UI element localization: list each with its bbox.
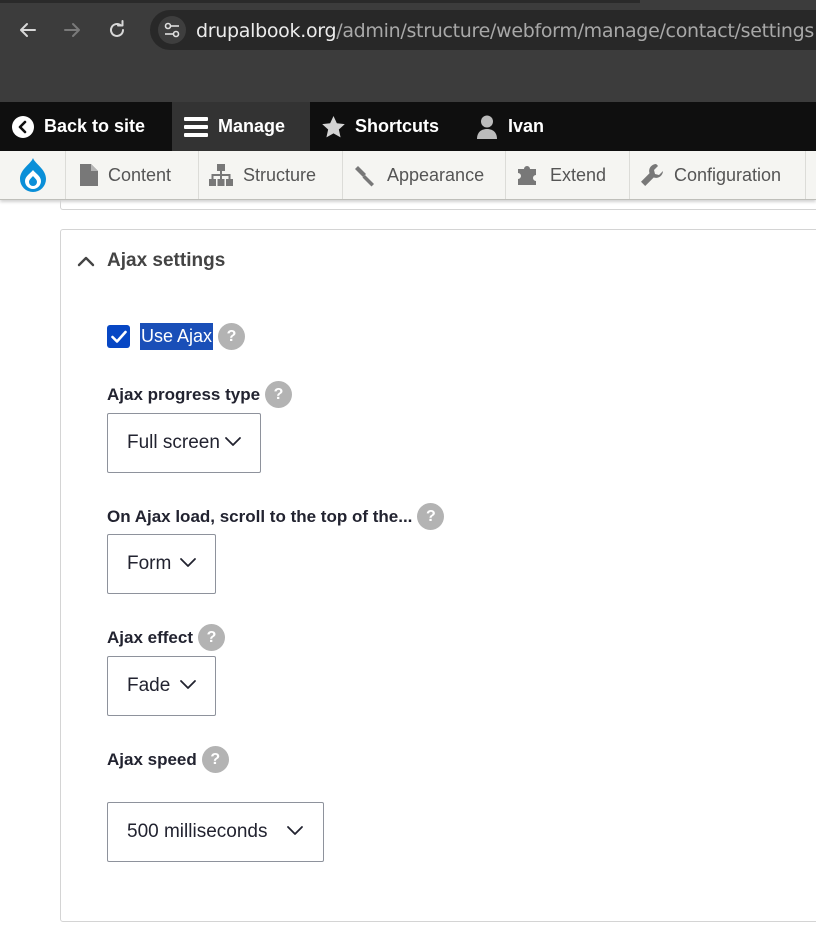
progress-type-value: Full screen xyxy=(127,432,220,453)
reload-button[interactable] xyxy=(103,16,131,44)
forward-button[interactable] xyxy=(58,16,86,44)
tray-item-appearance[interactable]: Appearance xyxy=(343,151,506,199)
tray-item-label: Configuration xyxy=(674,164,782,185)
tray-item-label: Extend xyxy=(550,164,607,185)
shortcuts-label: Shortcuts xyxy=(355,116,440,136)
user-tab[interactable]: Ivan xyxy=(476,102,544,151)
progress-type-select[interactable]: Full screen xyxy=(107,413,261,473)
drupal-drop-icon xyxy=(19,158,46,192)
back-circle-icon xyxy=(12,115,34,138)
effect-select[interactable]: Fade xyxy=(107,656,216,716)
back-button[interactable] xyxy=(14,16,42,44)
scroll-value: Form xyxy=(127,553,172,574)
scroll-select[interactable]: Form xyxy=(107,534,216,594)
reload-icon xyxy=(110,20,124,37)
progress-type-label-row: Ajax progress type ? xyxy=(107,381,293,408)
wrench-icon xyxy=(641,164,663,186)
effect-field: Ajax effect ? xyxy=(107,624,225,651)
use-ajax-checkbox[interactable] xyxy=(107,325,130,348)
address-bar[interactable]: drupalbook.org/admin/structure/webform/m… xyxy=(150,10,816,50)
url-host: drupalbook.org xyxy=(196,20,337,42)
tray-item-label: Content xyxy=(108,164,172,185)
star-icon xyxy=(322,115,345,137)
back-to-site-link[interactable]: Back to site xyxy=(12,102,145,151)
scroll-field: On Ajax load, scroll to the top of the..… xyxy=(107,503,445,530)
use-ajax-row: Use Ajax ? xyxy=(107,323,246,350)
chevron-down-icon xyxy=(287,826,303,835)
admin-toolbar: Back to site Manage Shortcuts Ivan xyxy=(0,102,816,151)
help-icon[interactable]: ? xyxy=(197,624,225,651)
document-icon xyxy=(80,164,98,186)
ajax-settings-summary[interactable]: Ajax settings xyxy=(77,250,225,272)
toolbar-tray: Content Structure Appearance Extend Conf… xyxy=(0,151,816,200)
previous-fieldset-edge xyxy=(60,200,816,210)
speed-label-row: Ajax speed ? xyxy=(107,746,229,773)
help-icon[interactable]: ? xyxy=(201,746,229,773)
progress-type-field: Ajax progress type ? xyxy=(107,381,293,408)
effect-label: Ajax effect xyxy=(107,627,193,647)
scroll-label-row: On Ajax load, scroll to the top of the..… xyxy=(107,503,445,530)
back-to-site-label: Back to site xyxy=(44,116,146,136)
browser-chrome: drupalbook.org/admin/structure/webform/m… xyxy=(0,0,816,102)
chevron-up-icon xyxy=(77,256,95,267)
speed-label: Ajax speed xyxy=(107,749,197,769)
effect-value: Fade xyxy=(127,675,171,696)
use-ajax-field: Use Ajax ? xyxy=(107,323,246,350)
tray-item-label: Appearance xyxy=(387,164,485,185)
speed-select[interactable]: 500 milliseconds xyxy=(107,802,324,862)
tab-strip-edge xyxy=(0,0,640,3)
puzzle-icon xyxy=(518,166,536,185)
paint-brush-icon xyxy=(355,166,374,187)
user-icon xyxy=(477,115,497,139)
url-text[interactable]: drupalbook.org/admin/structure/webform/m… xyxy=(196,20,814,42)
scroll-label: On Ajax load, scroll to the top of the..… xyxy=(107,506,413,526)
effect-label-row: Ajax effect ? xyxy=(107,624,225,651)
manage-label: Manage xyxy=(218,116,286,136)
speed-field: Ajax speed ? xyxy=(107,746,229,773)
ajax-settings-details: Ajax settings Use Ajax ? Ajax progress t… xyxy=(60,229,816,922)
chevron-down-icon xyxy=(180,558,196,567)
url-path: /admin/structure/webform/manage/contact/… xyxy=(336,20,815,42)
chevron-down-icon xyxy=(180,680,196,689)
tray-item-extend[interactable]: Extend xyxy=(506,151,630,199)
sitemap-icon xyxy=(209,164,233,186)
manage-tab[interactable]: Manage xyxy=(184,102,285,151)
speed-value: 500 milliseconds xyxy=(127,821,268,842)
ajax-settings-title: Ajax settings xyxy=(107,250,226,271)
tune-icon xyxy=(164,22,180,38)
use-ajax-label[interactable]: Use Ajax xyxy=(140,323,214,350)
help-icon[interactable]: ? xyxy=(218,323,246,350)
tray-item-configuration[interactable]: Configuration xyxy=(630,151,806,199)
checkmark-icon xyxy=(110,330,127,343)
tray-item-content[interactable]: Content xyxy=(66,151,199,199)
help-icon[interactable]: ? xyxy=(417,503,445,530)
tray-item-label: Structure xyxy=(243,164,317,185)
chevron-down-icon xyxy=(225,437,241,446)
help-icon[interactable]: ? xyxy=(265,381,293,408)
hamburger-icon xyxy=(184,116,208,137)
progress-type-label: Ajax progress type xyxy=(107,384,261,404)
shortcuts-tab[interactable]: Shortcuts xyxy=(322,102,439,151)
arrow-right-icon xyxy=(64,23,80,37)
drupal-logo[interactable] xyxy=(0,151,66,199)
arrow-left-icon xyxy=(20,23,36,37)
tray-item-structure[interactable]: Structure xyxy=(199,151,343,199)
site-info-button[interactable] xyxy=(158,16,186,44)
user-label: Ivan xyxy=(508,116,545,136)
